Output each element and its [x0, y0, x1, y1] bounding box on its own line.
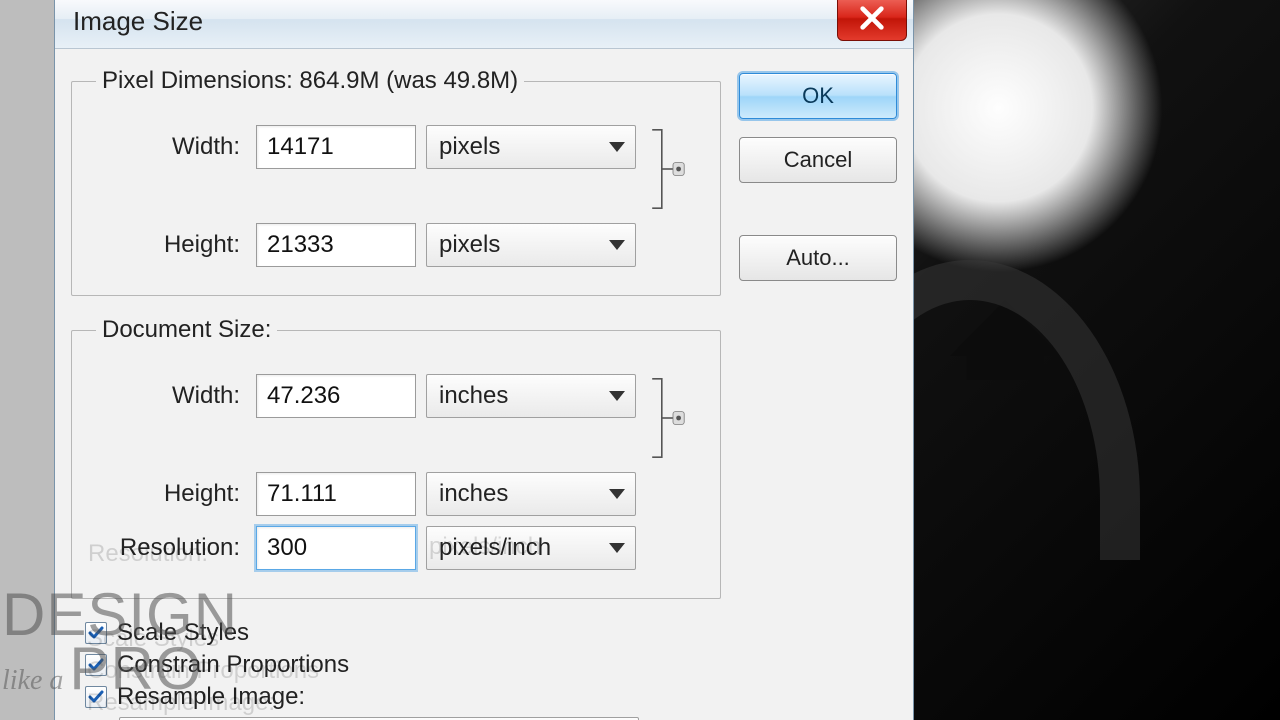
ds-height-unit-dropdown[interactable]: inches	[426, 472, 636, 516]
scale-styles-checkbox[interactable]	[85, 622, 107, 644]
document-size-legend: Document Size:	[96, 316, 277, 344]
ds-resolution-unit-dropdown[interactable]: pixels/inch	[426, 526, 636, 570]
ds-width-unit-value: inches	[439, 382, 508, 410]
resample-label: Resample Image:	[117, 683, 305, 711]
check-icon	[88, 657, 104, 673]
pd-height-unit-dropdown[interactable]: pixels	[426, 223, 636, 267]
close-icon	[858, 4, 886, 32]
chevron-down-icon	[609, 142, 625, 152]
titlebar[interactable]: Image Size	[55, 0, 913, 49]
pixel-dimensions-legend: Pixel Dimensions: 864.9M (was 49.8M)	[96, 67, 524, 95]
pd-height-unit-value: pixels	[439, 231, 500, 259]
ds-height-label: Height:	[86, 480, 246, 508]
constrain-row: Constrain Proportions	[85, 651, 721, 679]
pd-height-input[interactable]	[256, 223, 416, 267]
chevron-down-icon	[609, 391, 625, 401]
canvas-edge	[0, 0, 54, 720]
link-icon[interactable]	[646, 125, 706, 213]
ok-button[interactable]: OK	[739, 73, 897, 119]
ds-resolution-label: Resolution:	[86, 534, 246, 562]
ds-width-unit-dropdown[interactable]: inches	[426, 374, 636, 418]
ds-height-input[interactable]	[256, 472, 416, 516]
scale-styles-label: Scale Styles	[117, 619, 249, 647]
pd-height-label: Height:	[86, 231, 246, 259]
pd-width-unit-value: pixels	[439, 133, 500, 161]
check-icon	[88, 625, 104, 641]
ds-resolution-input[interactable]	[256, 526, 416, 570]
chevron-down-icon	[609, 543, 625, 553]
resample-row: Resample Image:	[85, 683, 721, 711]
chevron-down-icon	[609, 489, 625, 499]
document-size-group: Document Size: Width: inches	[71, 316, 721, 599]
lamp-silhouette	[950, 300, 1060, 380]
auto-button-label: Auto...	[786, 245, 850, 271]
ok-button-label: OK	[802, 83, 834, 109]
dialog-body: Pixel Dimensions: 864.9M (was 49.8M) Wid…	[55, 49, 913, 720]
pd-width-label: Width:	[86, 133, 246, 161]
pd-width-unit-dropdown[interactable]: pixels	[426, 125, 636, 169]
ds-resolution-unit-value: pixels/inch	[439, 534, 551, 562]
scale-styles-row: Scale Styles	[85, 619, 721, 647]
ds-height-unit-value: inches	[439, 480, 508, 508]
close-button[interactable]	[837, 0, 907, 41]
cancel-button-label: Cancel	[784, 147, 852, 173]
ds-width-input[interactable]	[256, 374, 416, 418]
resample-checkbox[interactable]	[85, 686, 107, 708]
pixel-dimensions-group: Pixel Dimensions: 864.9M (was 49.8M) Wid…	[71, 67, 721, 296]
cancel-button[interactable]: Cancel	[739, 137, 897, 183]
ds-width-label: Width:	[86, 382, 246, 410]
dialog-title: Image Size	[73, 6, 203, 37]
check-icon	[88, 689, 104, 705]
auto-button[interactable]: Auto...	[739, 235, 897, 281]
constrain-label: Constrain Proportions	[117, 651, 349, 679]
options-checkboxes: Scale Styles Constrain Proportions Resam…	[71, 619, 721, 720]
link-icon[interactable]	[646, 374, 706, 462]
chevron-down-icon	[609, 240, 625, 250]
constrain-checkbox[interactable]	[85, 654, 107, 676]
dialog-left-column: Pixel Dimensions: 864.9M (was 49.8M) Wid…	[71, 67, 721, 720]
dialog-right-column: OK Cancel Auto...	[739, 67, 897, 720]
image-size-dialog: Image Size Pixel Dimensions: 864.9M (was…	[54, 0, 914, 720]
pd-width-input[interactable]	[256, 125, 416, 169]
